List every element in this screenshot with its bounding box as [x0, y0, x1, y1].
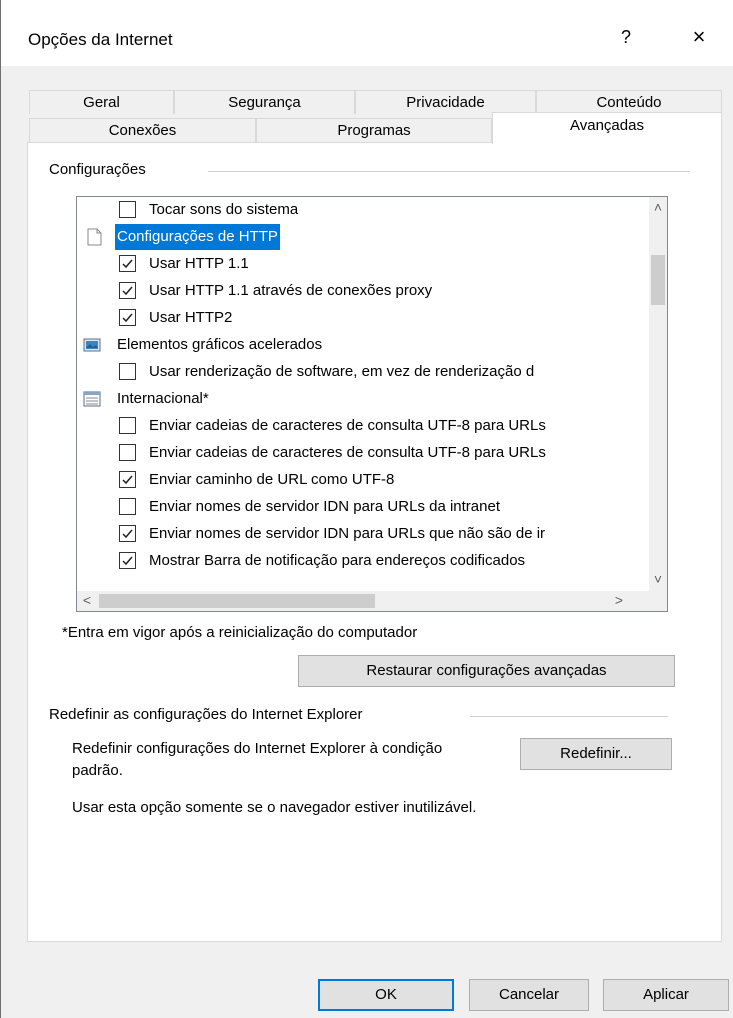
vertical-scroll-thumb[interactable]: [651, 255, 665, 305]
checkbox[interactable]: [119, 201, 136, 218]
tab-geral[interactable]: Geral: [29, 90, 174, 114]
vertical-scrollbar[interactable]: ˄ ˅: [649, 197, 667, 591]
checkbox[interactable]: [119, 498, 136, 515]
list-category-label: Internacional*: [117, 390, 209, 407]
title-bar[interactable]: Opções da Internet ? ×: [1, 0, 733, 66]
reset-description: Redefinir configurações do Internet Expl…: [72, 740, 443, 779]
checkbox-checked[interactable]: [119, 255, 136, 272]
close-button[interactable]: ×: [681, 22, 717, 52]
cancel-button[interactable]: Cancelar: [469, 979, 589, 1011]
scroll-up-icon[interactable]: ˄: [649, 199, 667, 215]
page-icon: [87, 228, 102, 246]
monitor-icon: [83, 338, 101, 352]
list-item[interactable]: Usar HTTP2: [77, 305, 649, 331]
list-category[interactable]: Elementos gráficos acelerados: [77, 332, 649, 358]
reset-group-line: [470, 716, 668, 717]
checkbox[interactable]: [119, 417, 136, 434]
scroll-down-icon[interactable]: ˅: [649, 571, 667, 587]
list-item[interactable]: Mostrar Barra de notificação para endere…: [77, 548, 649, 574]
checkbox-checked[interactable]: [119, 525, 136, 542]
list-item[interactable]: Usar HTTP 1.1 através de conexões proxy: [77, 278, 649, 304]
list-item-label: Enviar cadeias de caracteres de consulta…: [149, 444, 546, 461]
tab-conteudo[interactable]: Conteúdo: [536, 90, 722, 114]
scroll-left-icon[interactable]: ˂: [79, 592, 95, 608]
window-title: Opções da Internet: [28, 30, 173, 49]
list-category[interactable]: Internacional*: [77, 386, 649, 412]
restart-note: *Entra em vigor após a reinicialização d…: [62, 624, 418, 641]
list-item[interactable]: Enviar cadeias de caracteres de consulta…: [77, 440, 649, 466]
list-category-label: Configurações de HTTP: [115, 224, 280, 250]
internet-options-dialog: Opções da Internet ? × Geral Segurança P…: [0, 0, 733, 1018]
list-item[interactable]: Tocar sons do sistema: [77, 197, 649, 223]
list-item-label: Tocar sons do sistema: [149, 201, 299, 218]
list-item[interactable]: Enviar nomes de servidor IDN para URLs q…: [77, 521, 649, 547]
list-item-label: Usar renderização de software, em vez de…: [149, 363, 535, 380]
list-icon: [83, 391, 101, 407]
tab-seguranca[interactable]: Segurança: [174, 90, 355, 114]
checkbox-checked[interactable]: [119, 471, 136, 488]
checkbox-checked[interactable]: [119, 309, 136, 326]
horizontal-scroll-thumb[interactable]: [99, 594, 375, 608]
list-item-label: Usar HTTP 1.1 através de conexões proxy: [149, 282, 433, 299]
settings-group-line: [208, 171, 690, 172]
tab-avancadas[interactable]: Avançadas: [492, 112, 722, 144]
list-item[interactable]: Usar renderização de software, em vez de…: [77, 359, 649, 385]
list-item-label: Enviar cadeias de caracteres de consulta…: [149, 417, 546, 434]
reset-warning: Usar esta opção somente se o navegador e…: [72, 799, 477, 816]
list-item-label: Usar HTTP2: [149, 309, 233, 326]
checkmark-icon: [122, 286, 133, 296]
tab-conexoes[interactable]: Conexões: [29, 118, 256, 143]
reset-group-label: Redefinir as configurações do Internet E…: [49, 706, 367, 723]
scroll-right-icon[interactable]: ˃: [611, 592, 627, 608]
settings-list-items: Tocar sons do sistema Configurações de H…: [77, 197, 649, 591]
checkmark-icon: [122, 475, 133, 485]
list-item[interactable]: Enviar caminho de URL como UTF-8: [77, 467, 649, 493]
checkmark-icon: [122, 556, 133, 566]
checkbox-checked[interactable]: [119, 552, 136, 569]
apply-button[interactable]: Aplicar: [603, 979, 729, 1011]
ok-button[interactable]: OK: [318, 979, 454, 1011]
horizontal-scrollbar[interactable]: ˂ ˃: [77, 591, 649, 611]
reset-button[interactable]: Redefinir...: [520, 738, 672, 770]
tab-privacidade[interactable]: Privacidade: [355, 90, 536, 114]
list-item-label: Mostrar Barra de notificação para endere…: [149, 552, 526, 569]
list-item[interactable]: Enviar cadeias de caracteres de consulta…: [77, 413, 649, 439]
tab-programas[interactable]: Programas: [256, 118, 492, 143]
list-item-label: Enviar caminho de URL como UTF-8: [149, 471, 395, 488]
settings-group-label: Configurações: [49, 161, 150, 178]
checkbox[interactable]: [119, 363, 136, 380]
list-item[interactable]: Enviar nomes de servidor IDN para URLs d…: [77, 494, 649, 520]
restore-advanced-settings-button[interactable]: Restaurar configurações avançadas: [298, 655, 675, 687]
list-item-label: Enviar nomes de servidor IDN para URLs q…: [149, 525, 546, 542]
checkmark-icon: [122, 259, 133, 269]
checkmark-icon: [122, 529, 133, 539]
checkbox-checked[interactable]: [119, 282, 136, 299]
list-item-label: Usar HTTP 1.1: [149, 255, 249, 272]
list-item-label: Enviar nomes de servidor IDN para URLs d…: [149, 498, 500, 515]
help-button[interactable]: ?: [611, 22, 641, 52]
checkbox[interactable]: [119, 444, 136, 461]
list-category-label: Elementos gráficos acelerados: [117, 336, 323, 353]
list-category[interactable]: Configurações de HTTP: [77, 224, 649, 250]
checkmark-icon: [122, 313, 133, 323]
list-item[interactable]: Usar HTTP 1.1: [77, 251, 649, 277]
scrollbar-corner: [649, 591, 667, 611]
advanced-settings-list[interactable]: Tocar sons do sistema Configurações de H…: [76, 196, 668, 612]
